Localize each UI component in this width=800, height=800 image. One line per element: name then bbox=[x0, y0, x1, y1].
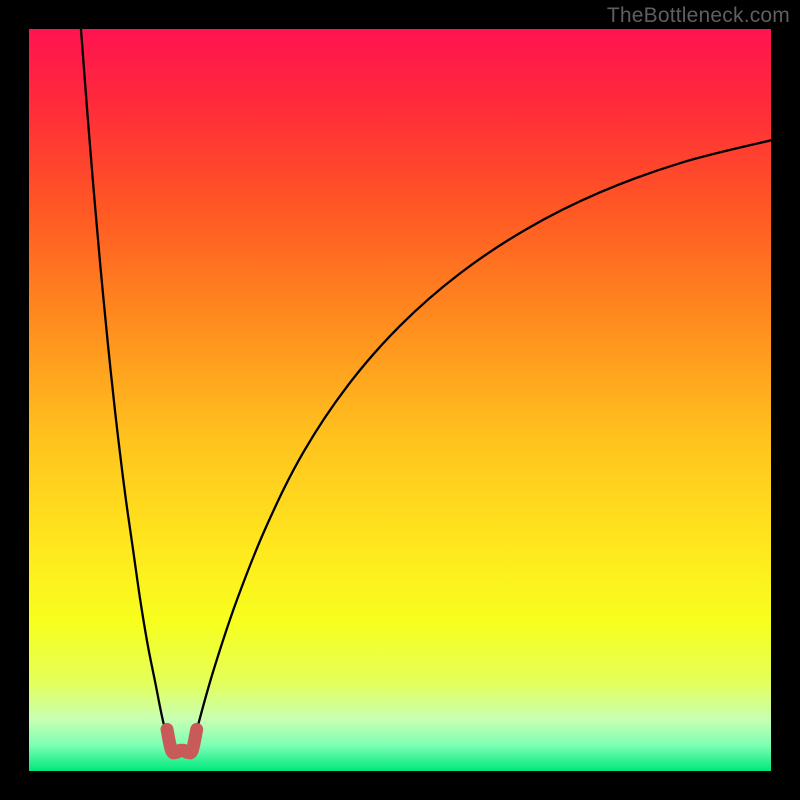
watermark-text: TheBottleneck.com bbox=[607, 4, 790, 28]
valley-marker-right bbox=[183, 729, 196, 752]
curve-right-branch bbox=[192, 140, 771, 748]
curve-left-branch bbox=[81, 29, 170, 749]
curve-layer bbox=[29, 29, 771, 771]
plot-area bbox=[29, 29, 771, 771]
outer-frame: TheBottleneck.com bbox=[0, 0, 800, 800]
